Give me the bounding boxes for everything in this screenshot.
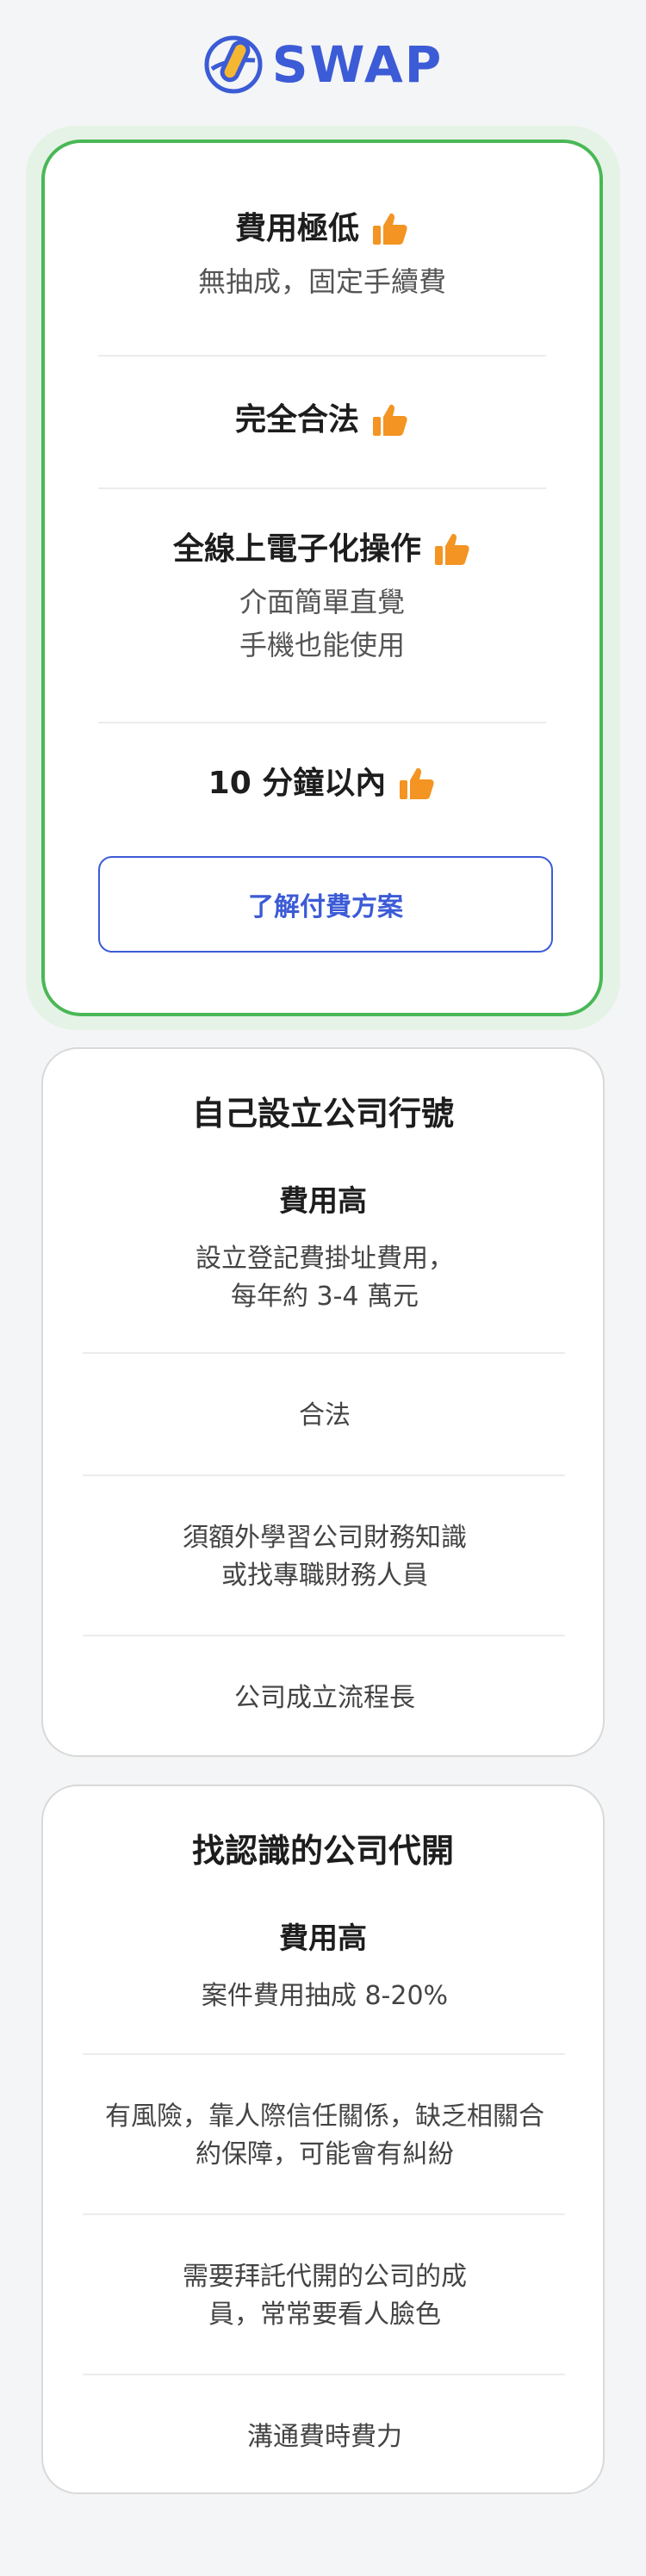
point-line: 或找專職財務人員 bbox=[221, 1561, 428, 1591]
feature-title: 全線上電子化操作 bbox=[173, 531, 471, 568]
cost-desc-line: 案件費用抽成 8-20% bbox=[201, 1981, 449, 2011]
header: SWAP bbox=[0, 0, 646, 129]
divider bbox=[83, 2053, 565, 2055]
feature-item: 費用極低 無抽成，固定手續費 bbox=[45, 210, 599, 303]
swap-logo-icon bbox=[204, 35, 263, 94]
thumbs-up-icon bbox=[373, 213, 407, 245]
point-item: 有風險，靠人際信任關係，缺乏相關合 約保障，可能會有糾紛 bbox=[78, 2098, 572, 2174]
point-line: 員，常常要看人臉色 bbox=[208, 2300, 441, 2330]
point-item: 合法 bbox=[78, 1397, 572, 1435]
cost-desc: 案件費用抽成 8-20% bbox=[78, 1977, 572, 2015]
card-title: 自己設立公司行號 bbox=[191, 1095, 454, 1133]
feature-desc-line: 手機也能使用 bbox=[239, 629, 405, 661]
feature-desc: 介面簡單直覺 手機也能使用 bbox=[45, 580, 599, 667]
divider bbox=[83, 2374, 565, 2375]
feature-title-text: 全線上電子化操作 bbox=[172, 531, 421, 567]
thumbs-up-icon bbox=[400, 767, 434, 799]
cost-title: 費用高 bbox=[279, 1921, 367, 1956]
divider bbox=[83, 1635, 565, 1636]
divider bbox=[83, 1352, 565, 1354]
cost-title: 費用高 bbox=[279, 1184, 367, 1219]
cost-desc-line: 每年約 3-4 萬元 bbox=[230, 1282, 419, 1312]
divider bbox=[83, 2213, 565, 2215]
point-line: 有風險，靠人際信任關係，缺乏相關合 bbox=[105, 2101, 544, 2132]
thumbs-up-icon bbox=[435, 533, 469, 565]
point-item: 公司成立流程長 bbox=[78, 1679, 572, 1717]
feature-title: 10 分鐘以內 bbox=[208, 765, 437, 803]
divider bbox=[98, 487, 546, 489]
divider bbox=[98, 355, 546, 357]
feature-item: 全線上電子化操作 介面簡單直覺 手機也能使用 bbox=[45, 531, 599, 667]
point-item: 溝通費時費力 bbox=[78, 2418, 572, 2456]
self-setup-card: 自己設立公司行號 費用高 設立登記費掛址費用， 每年約 3-4 萬元 合法 須額… bbox=[41, 1047, 605, 1757]
divider bbox=[83, 1474, 565, 1476]
point-item: 需要拜託代開的公司的成 員，常常要看人臉色 bbox=[78, 2258, 572, 2334]
cost-desc-line: 設立登記費掛址費用， bbox=[196, 1244, 454, 1274]
agent-invoice-card: 找認識的公司代開 費用高 案件費用抽成 8-20% 有風險，靠人際信任關係，缺乏… bbox=[41, 1785, 605, 2494]
point-line: 溝通費時費力 bbox=[247, 2422, 402, 2452]
swap-feature-card: 費用極低 無抽成，固定手續費 完全合法 全線上電子化操作 介面簡單直覺 手機也能… bbox=[41, 140, 603, 1016]
point-line: 須額外學習公司財務知識 bbox=[183, 1523, 467, 1553]
feature-title: 費用極低 bbox=[235, 210, 409, 248]
point-line: 約保障，可能會有糾紛 bbox=[196, 2139, 454, 2169]
thumbs-up-icon bbox=[373, 404, 407, 436]
cost-desc: 設立登記費掛址費用， 每年約 3-4 萬元 bbox=[78, 1240, 572, 1316]
brand-name: SWAP bbox=[271, 35, 444, 94]
point-item: 須額外學習公司財務知識 或找專職財務人員 bbox=[78, 1519, 572, 1595]
view-plans-button[interactable]: 了解付費方案 bbox=[98, 856, 553, 953]
feature-item: 10 分鐘以內 bbox=[45, 765, 599, 803]
feature-item: 完全合法 bbox=[45, 401, 599, 439]
feature-title-text: 完全合法 bbox=[234, 402, 359, 438]
point-line: 需要拜託代開的公司的成 bbox=[183, 2262, 467, 2292]
card-title: 找認識的公司代開 bbox=[191, 1832, 454, 1870]
feature-title: 完全合法 bbox=[235, 401, 409, 439]
page: SWAP 費用極低 無抽成，固定手續費 完全合法 全線上電子化操作 介面簡單直覺… bbox=[0, 0, 646, 2576]
divider bbox=[98, 722, 546, 723]
feature-desc-line: 無抽成，固定手續費 bbox=[197, 265, 446, 298]
point-line: 公司成立流程長 bbox=[234, 1683, 415, 1713]
feature-title-text: 10 分鐘以內 bbox=[208, 766, 387, 801]
brand-logo[interactable]: SWAP bbox=[203, 34, 444, 95]
point-line: 合法 bbox=[299, 1400, 351, 1431]
feature-desc-line: 介面簡單直覺 bbox=[239, 586, 405, 618]
feature-title-text: 費用極低 bbox=[234, 211, 359, 246]
